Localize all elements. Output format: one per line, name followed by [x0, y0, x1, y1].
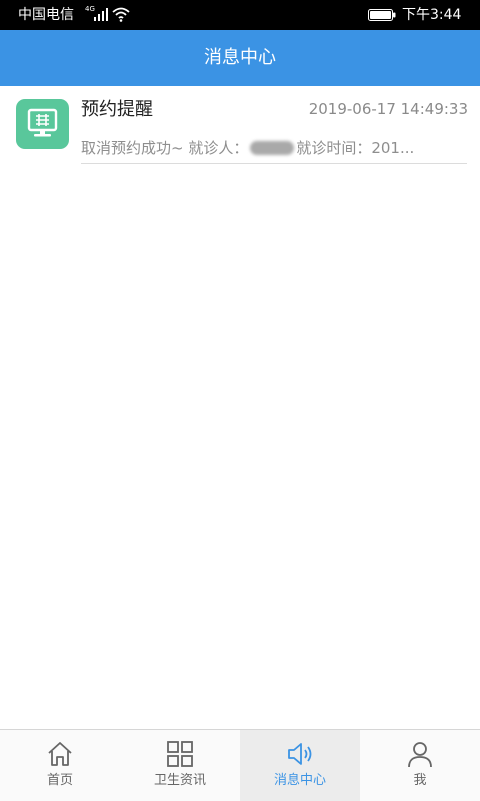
redacted-patient-name	[250, 141, 295, 155]
message-preview-prefix: 取消预约成功~ 就诊人：	[81, 139, 249, 157]
message-list-item[interactable]: 预约提醒 2019-06-17 14:49:33 取消预约成功~ 就诊人： 就诊时…	[0, 86, 480, 166]
app-header: 消息中心	[0, 30, 480, 86]
divider	[81, 163, 467, 164]
wifi-icon	[112, 7, 130, 22]
battery-icon	[368, 9, 396, 21]
nav-label-health-news: 卫生资讯	[153, 773, 206, 788]
grid-icon	[167, 741, 193, 767]
clock: 下午3:44	[402, 7, 462, 23]
nav-item-home[interactable]: 首页	[0, 730, 120, 801]
nav-label-home: 首页	[46, 773, 73, 788]
nav-item-messages[interactable]: 消息中心	[240, 730, 360, 801]
message-preview: 取消预约成功~ 就诊人： 就诊时间：201...	[81, 137, 467, 159]
speaker-icon	[288, 743, 312, 765]
signal-icon	[94, 8, 108, 21]
home-icon	[48, 742, 72, 766]
nav-label-messages: 消息中心	[273, 773, 326, 788]
bottom-nav: 首页 卫生资讯 消息中心 我	[0, 729, 480, 801]
user-icon	[408, 742, 432, 768]
carrier-name: 中国电信	[18, 7, 74, 23]
nav-item-me[interactable]: 我	[360, 730, 480, 801]
status-bar: 中国电信 4G 下午3:44	[0, 0, 480, 30]
nav-item-health-news[interactable]: 卫生资讯	[120, 730, 240, 801]
message-preview-suffix: 就诊时间：201...	[296, 139, 415, 157]
message-title: 预约提醒	[81, 99, 153, 120]
message-time: 2019-06-17 14:49:33	[308, 100, 468, 118]
nav-label-me: 我	[413, 773, 427, 788]
monitor-icon	[16, 99, 69, 149]
page-title: 消息中心	[204, 47, 276, 68]
